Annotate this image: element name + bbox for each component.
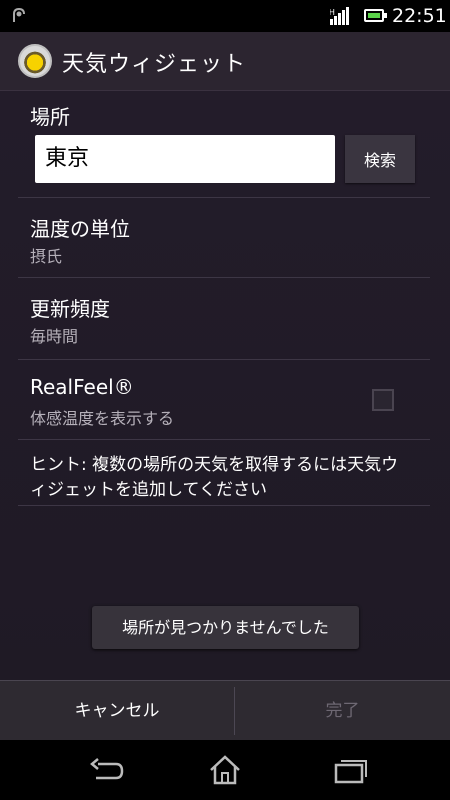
weather-app-icon xyxy=(18,44,52,78)
update-frequency-value: 毎時間 xyxy=(30,327,79,346)
status-bar: H 22:51 xyxy=(0,0,450,32)
realfeel-subtitle: 体感温度を表示する xyxy=(30,409,175,428)
action-bar: 天気ウィジェット xyxy=(0,32,450,91)
divider xyxy=(18,505,430,506)
svg-text:H: H xyxy=(330,8,335,17)
recent-apps-icon[interactable] xyxy=(330,754,370,786)
notification-icon xyxy=(13,7,25,22)
back-icon[interactable] xyxy=(86,754,126,786)
divider xyxy=(18,197,430,198)
battery-icon xyxy=(364,9,387,22)
location-input[interactable]: 東京 xyxy=(35,135,335,183)
divider xyxy=(18,359,430,360)
realfeel-checkbox[interactable] xyxy=(372,389,394,411)
navigation-bar xyxy=(0,740,450,800)
done-button[interactable]: 完了 xyxy=(235,681,450,741)
cancel-button[interactable]: キャンセル xyxy=(0,681,234,741)
status-time: 22:51 xyxy=(392,5,447,27)
divider xyxy=(18,439,430,440)
app-title: 天気ウィジェット xyxy=(62,52,247,77)
settings-content: 場所 東京 検索 温度の単位 摂氏 更新頻度 毎時間 RealFeel® 体感温… xyxy=(0,91,450,680)
dialog-buttons: キャンセル 完了 xyxy=(0,680,450,741)
toast-message: 場所が見つかりませんでした xyxy=(92,606,359,649)
hint-text: ヒント: 複数の場所の天気を取得するには天気ウィジェットを追加してください xyxy=(30,455,399,500)
search-button[interactable]: 検索 xyxy=(345,135,415,183)
update-frequency-title: 更新頻度 xyxy=(30,297,110,321)
divider xyxy=(18,277,430,278)
location-label: 場所 xyxy=(30,105,70,129)
temperature-unit-value: 摂氏 xyxy=(30,247,63,266)
home-icon[interactable] xyxy=(205,754,245,786)
signal-icon: H xyxy=(330,7,349,25)
realfeel-title: RealFeel® xyxy=(30,375,134,399)
temperature-unit-title: 温度の単位 xyxy=(30,217,130,241)
